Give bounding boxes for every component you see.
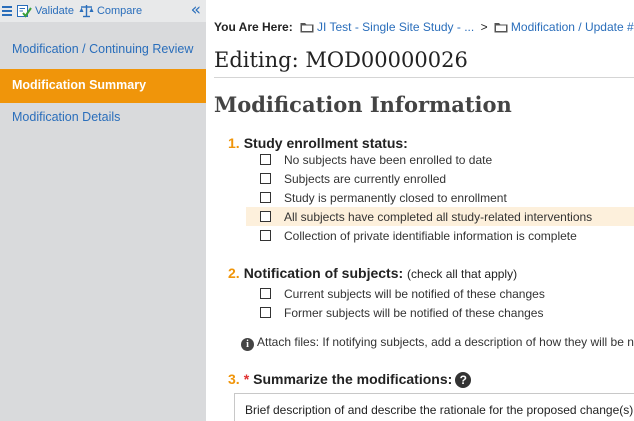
option-label: All subjects have completed all study-re… (284, 209, 593, 224)
breadcrumb-separator: > (480, 20, 488, 34)
breadcrumb-link-study[interactable]: JI Test - Single Site Study - ... (317, 20, 474, 34)
sidebar: Validate Compare « Modification / Contin… (0, 0, 206, 421)
breadcrumb: You Are Here: JI Test - Single Site Stud… (214, 20, 634, 34)
sidebar-item-modification-details[interactable]: Modification Details (0, 103, 206, 125)
checkbox[interactable] (260, 211, 271, 222)
compare-scale-icon (79, 5, 94, 18)
option-identifiable-info-complete[interactable]: Collection of private identifiable infor… (246, 226, 634, 245)
attach-files-note: i Attach files: If notifying subjects, ad… (241, 335, 634, 351)
option-label: No subjects have been enrolled to date (284, 152, 493, 167)
info-icon: i (241, 338, 254, 351)
checkbox[interactable] (260, 288, 271, 299)
sidebar-toolbar: Validate Compare « (0, 0, 206, 22)
question-label: Study enrollment status: (243, 135, 408, 151)
summary-textarea[interactable]: Brief description of and describe the ra… (234, 393, 634, 421)
option-former-subjects-notified[interactable]: Former subjects will be notified of thes… (246, 303, 634, 322)
question-label: Summarize the modifications: (253, 371, 453, 387)
option-closed-to-enrollment[interactable]: Study is permanently closed to enrollmen… (246, 188, 634, 207)
option-label: Subjects are currently enrolled (284, 171, 447, 186)
compare-button[interactable]: Compare (79, 4, 142, 18)
folder-icon (300, 23, 314, 33)
sidebar-item-label: Modification / Continuing Review (12, 42, 194, 56)
help-icon[interactable]: ? (455, 372, 472, 388)
enrollment-status-options: No subjects have been enrolled to date S… (246, 150, 634, 245)
checkbox[interactable] (260, 307, 271, 318)
checkbox[interactable] (260, 230, 271, 241)
required-marker: * (243, 371, 250, 387)
folder-icon (494, 23, 508, 33)
checkbox[interactable] (260, 192, 271, 203)
option-no-subjects-enrolled[interactable]: No subjects have been enrolled to date (246, 150, 634, 169)
validate-button[interactable]: Validate (17, 4, 74, 18)
question-hint: (check all that apply) (407, 267, 518, 281)
option-current-subjects-notified[interactable]: Current subjects will be notified of the… (246, 284, 634, 303)
sidebar-item-modification-summary[interactable]: Modification Summary (0, 69, 206, 103)
menu-icon[interactable] (2, 6, 12, 16)
sidebar-item-label: Modification Details (12, 110, 121, 124)
question-number: 3. (228, 371, 240, 387)
checkbox[interactable] (260, 173, 271, 184)
validate-label: Validate (35, 5, 74, 17)
page-title: Editing: MOD00000026 (214, 48, 468, 72)
collapse-double-chevron-icon[interactable]: « (191, 1, 202, 19)
sidebar-item-label: Modification Summary (12, 78, 147, 92)
question-number: 2. (228, 265, 240, 281)
main-content: You Are Here: JI Test - Single Site Stud… (206, 0, 634, 421)
sidebar-item-modification-continuing-review[interactable]: Modification / Continuing Review (0, 22, 206, 69)
summary-text: Brief description of and describe the ra… (245, 403, 634, 417)
validate-check-icon (17, 5, 32, 18)
question-label: Notification of subjects: (243, 265, 404, 281)
notification-options: Current subjects will be notified of the… (246, 284, 634, 322)
title-divider (214, 77, 634, 78)
option-label: Former subjects will be notified of thes… (284, 305, 544, 320)
option-label: Study is permanently closed to enrollmen… (284, 190, 507, 205)
option-completed-interventions[interactable]: All subjects have completed all study-re… (246, 207, 634, 226)
attach-note-text: Attach files: If notifying subjects, add… (257, 335, 634, 349)
option-subjects-currently-enrolled[interactable]: Subjects are currently enrolled (246, 169, 634, 188)
question-number: 1. (228, 135, 240, 151)
breadcrumb-prefix: You Are Here: (214, 20, 293, 34)
option-label: Current subjects will be notified of the… (284, 286, 545, 301)
option-label: Collection of private identifiable infor… (284, 228, 577, 243)
section-title: Modification Information (214, 92, 512, 117)
checkbox[interactable] (260, 154, 271, 165)
breadcrumb-link-modification[interactable]: Modification / Update #3 for S (511, 20, 634, 34)
question-notification-of-subjects: 2. Notification of subjects: (check all t… (228, 265, 517, 281)
question-summarize-modifications: 3. * Summarize the modifications:? (228, 371, 472, 388)
question-enrollment-status: 1. Study enrollment status: (228, 135, 408, 151)
compare-label: Compare (96, 5, 143, 17)
